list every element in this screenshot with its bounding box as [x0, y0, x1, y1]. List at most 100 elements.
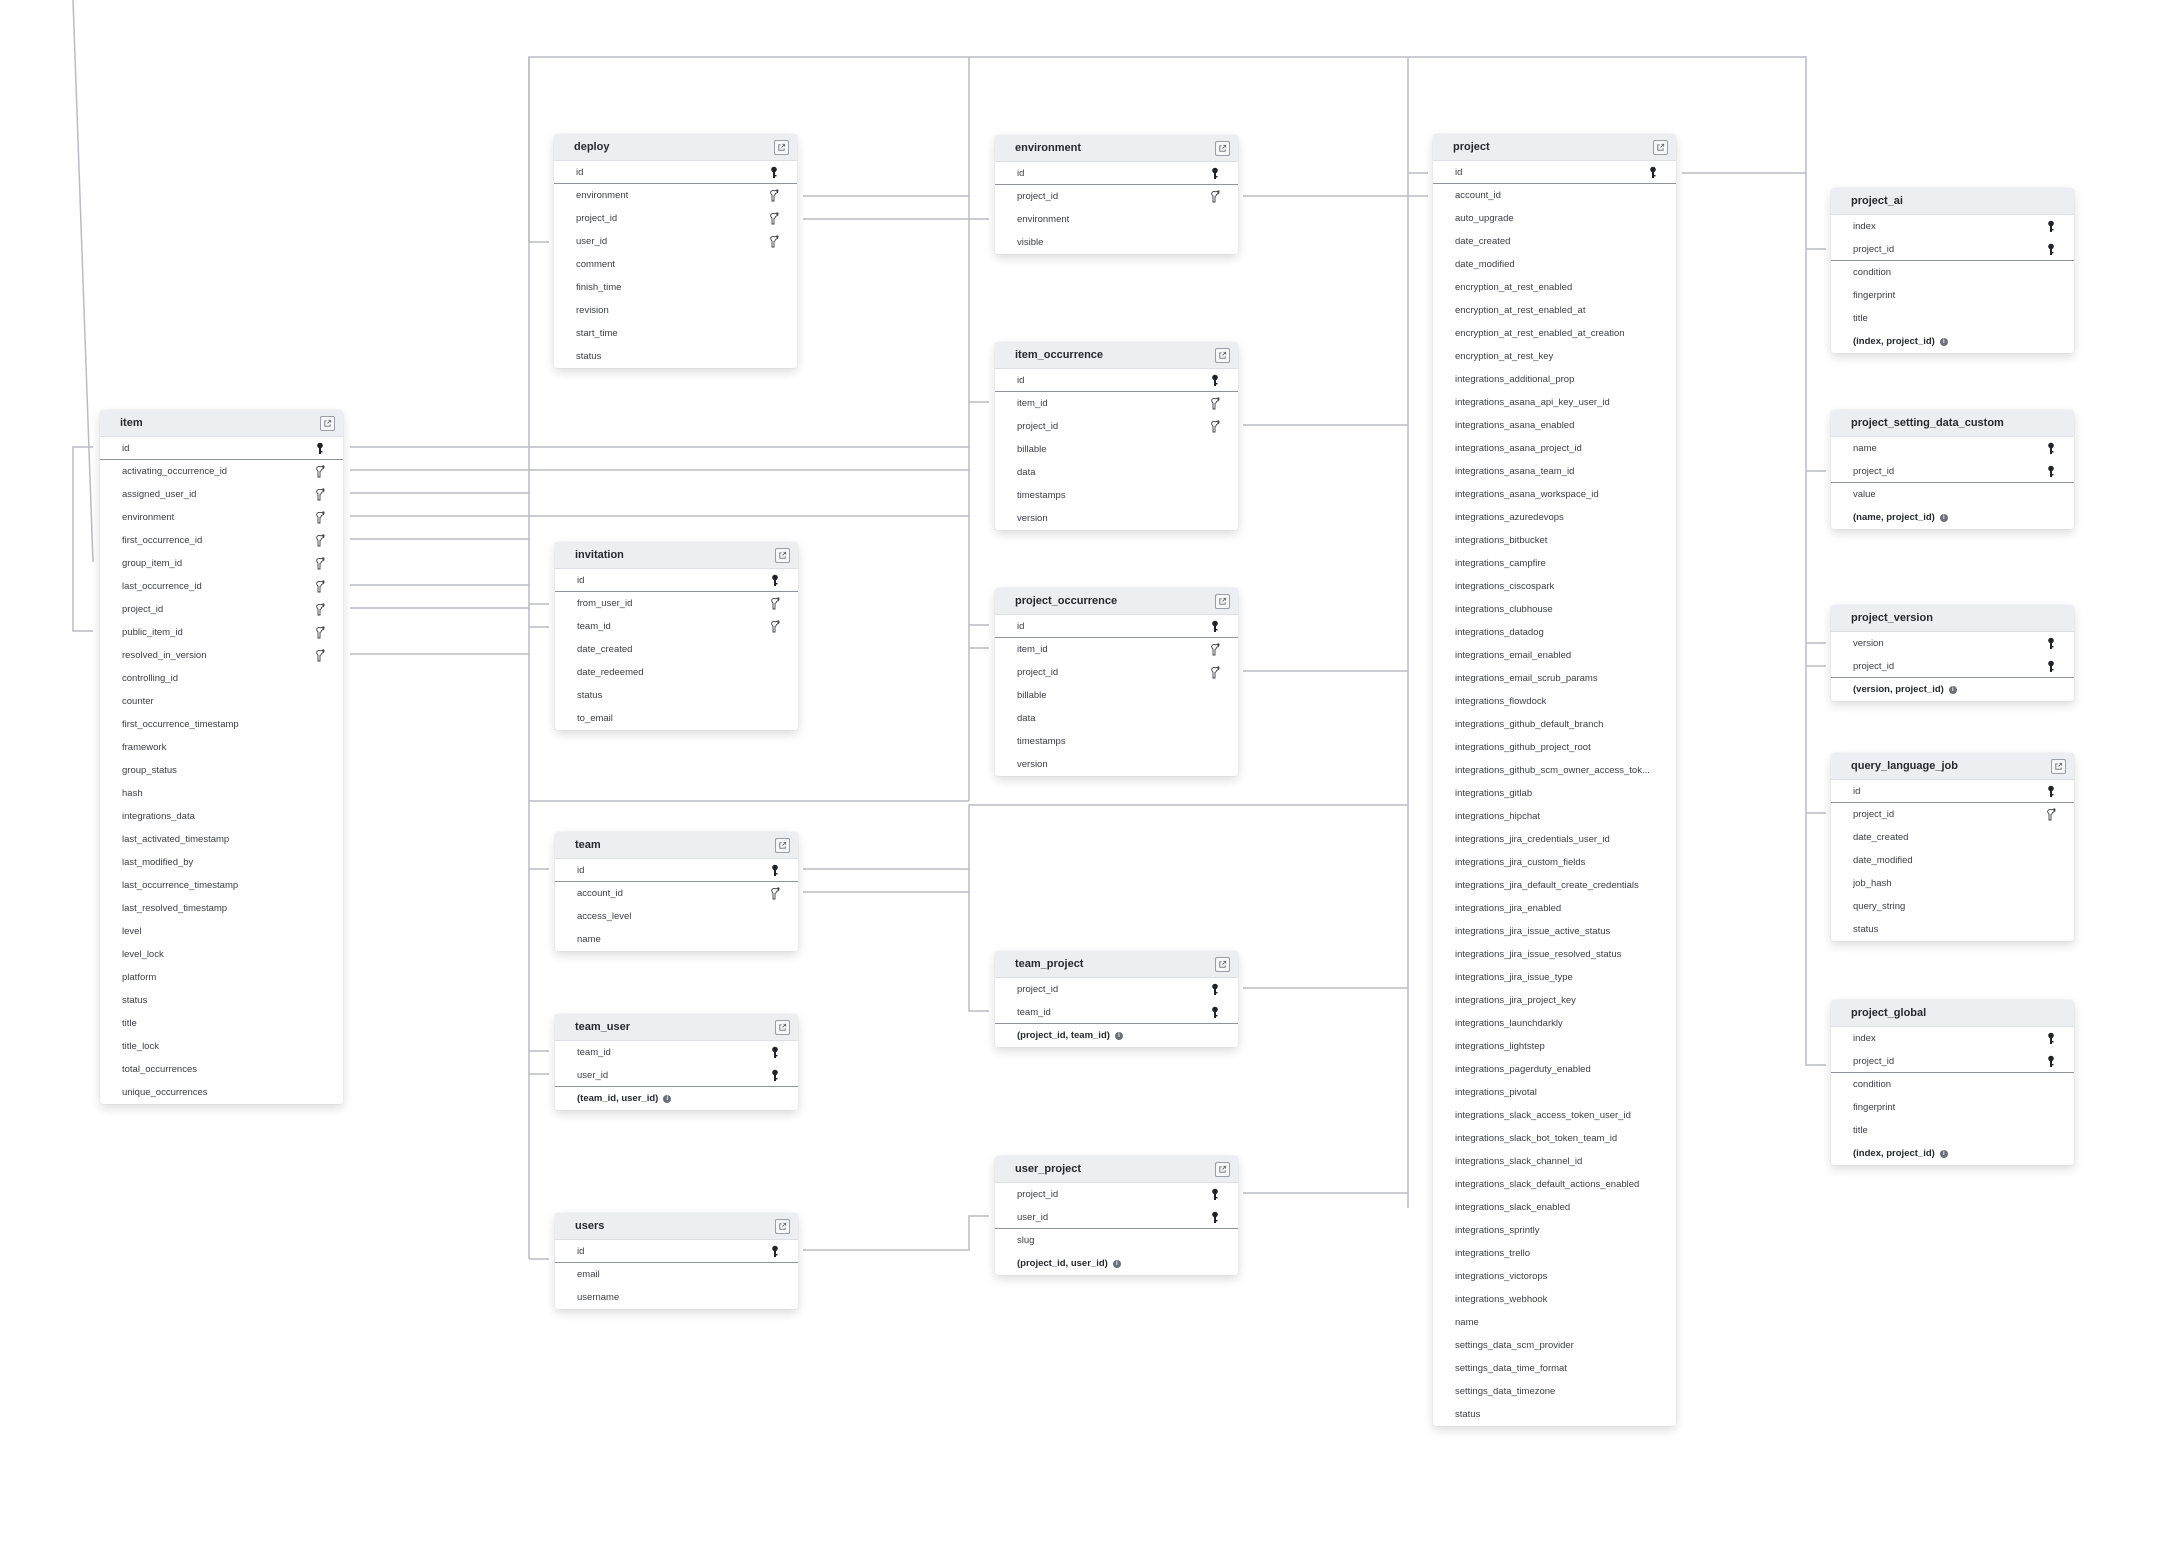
column-row[interactable]: group_status	[100, 759, 343, 782]
column-row[interactable]: date_redeemed	[555, 661, 798, 684]
table-deploy[interactable]: deploy id environment project_id user_id comm…	[554, 134, 797, 368]
column-row[interactable]: integrations_asana_project_id	[1433, 437, 1676, 460]
column-row[interactable]: integrations_jira_issue_type	[1433, 966, 1676, 989]
column-row[interactable]: fingerprint	[1831, 284, 2074, 307]
column-row[interactable]: integrations_slack_bot_token_team_id	[1433, 1127, 1676, 1150]
column-row[interactable]: access_level	[555, 905, 798, 928]
open-table-button[interactable]	[320, 415, 335, 431]
table-users[interactable]: users id email username	[555, 1213, 798, 1309]
column-row[interactable]: public_item_id	[100, 621, 343, 644]
column-row[interactable]: project_id	[1831, 460, 2074, 483]
column-row[interactable]: integrations_jira_enabled	[1433, 897, 1676, 920]
column-row[interactable]: revision	[554, 299, 797, 322]
column-row[interactable]: integrations_pivotal	[1433, 1081, 1676, 1104]
column-row[interactable]: last_occurrence_timestamp	[100, 874, 343, 897]
column-row[interactable]: integrations_asana_enabled	[1433, 414, 1676, 437]
column-row[interactable]: comment	[554, 253, 797, 276]
column-row[interactable]: controlling_id	[100, 667, 343, 690]
column-row[interactable]: condition	[1831, 1073, 2074, 1096]
column-row[interactable]: timestamps	[995, 484, 1238, 507]
column-row[interactable]: counter	[100, 690, 343, 713]
column-row[interactable]: integrations_email_scrub_params	[1433, 667, 1676, 690]
column-row[interactable]: integrations_pagerduty_enabled	[1433, 1058, 1676, 1081]
column-row[interactable]: integrations_github_scm_owner_access_tok…	[1433, 759, 1676, 782]
column-row[interactable]: version	[995, 507, 1238, 530]
column-row[interactable]: project_id	[995, 1183, 1238, 1206]
column-row[interactable]: integrations_sprintly	[1433, 1219, 1676, 1242]
column-row[interactable]: integrations_flowdock	[1433, 690, 1676, 713]
column-row[interactable]: project_id	[1831, 1050, 2074, 1073]
info-icon[interactable]: i	[1112, 1259, 1121, 1268]
column-row[interactable]: integrations_trello	[1433, 1242, 1676, 1265]
composite-key-row[interactable]: (name, project_id) i	[1831, 506, 2074, 529]
column-row[interactable]: email	[555, 1263, 798, 1286]
info-icon[interactable]: i	[1939, 513, 1948, 522]
column-row[interactable]: item_id	[995, 638, 1238, 661]
column-row[interactable]: project_id	[1831, 655, 2074, 678]
column-row[interactable]: auto_upgrade	[1433, 207, 1676, 230]
table-header[interactable]: deploy	[554, 134, 797, 161]
column-row[interactable]: integrations_clubhouse	[1433, 598, 1676, 621]
column-row[interactable]: encryption_at_rest_enabled_at	[1433, 299, 1676, 322]
column-row[interactable]: team_id	[555, 1041, 798, 1064]
column-row[interactable]: finish_time	[554, 276, 797, 299]
column-row[interactable]: date_created	[1831, 826, 2074, 849]
table-header[interactable]: team_user	[555, 1014, 798, 1041]
composite-key-row[interactable]: (project_id, user_id) i	[995, 1252, 1238, 1275]
column-row[interactable]: environment	[554, 184, 797, 207]
column-row[interactable]: last_occurrence_id	[100, 575, 343, 598]
column-row[interactable]: date_modified	[1831, 849, 2074, 872]
column-row[interactable]: user_id	[555, 1064, 798, 1087]
column-row[interactable]: encryption_at_rest_enabled	[1433, 276, 1676, 299]
column-row[interactable]: integrations_jira_credentials_user_id	[1433, 828, 1676, 851]
table-header[interactable]: user_project	[995, 1156, 1238, 1183]
column-row[interactable]: last_activated_timestamp	[100, 828, 343, 851]
column-row[interactable]: status	[554, 345, 797, 368]
column-row[interactable]: query_string	[1831, 895, 2074, 918]
composite-key-row[interactable]: (index, project_id) i	[1831, 330, 2074, 353]
column-row[interactable]: settings_data_timezone	[1433, 1380, 1676, 1403]
column-row[interactable]: integrations_azuredevops	[1433, 506, 1676, 529]
table-header[interactable]: team_project	[995, 951, 1238, 978]
column-row[interactable]: status	[100, 989, 343, 1012]
column-row[interactable]: team_id	[555, 615, 798, 638]
column-row[interactable]: index	[1831, 215, 2074, 238]
column-row[interactable]: environment	[100, 506, 343, 529]
column-row[interactable]: title	[100, 1012, 343, 1035]
table-project-version[interactable]: project_version version project_id (version…	[1831, 605, 2074, 701]
column-row[interactable]: id	[1433, 161, 1676, 184]
info-icon[interactable]: i	[1939, 1149, 1948, 1158]
column-row[interactable]: activating_occurrence_id	[100, 460, 343, 483]
column-row[interactable]: integrations_hipchat	[1433, 805, 1676, 828]
column-row[interactable]: version	[1831, 632, 2074, 655]
column-row[interactable]: id	[555, 859, 798, 882]
table-invitation[interactable]: invitation id from_user_id team_id date_crea…	[555, 542, 798, 730]
column-row[interactable]: index	[1831, 1027, 2074, 1050]
column-row[interactable]: username	[555, 1286, 798, 1309]
column-row[interactable]: environment	[995, 208, 1238, 231]
column-row[interactable]: integrations_additional_prop	[1433, 368, 1676, 391]
column-row[interactable]: encryption_at_rest_enabled_at_creation	[1433, 322, 1676, 345]
column-row[interactable]: project_id	[995, 978, 1238, 1001]
table-project[interactable]: project id account_id auto_upgrade date_crea…	[1433, 134, 1676, 1426]
table-header[interactable]: item_occurrence	[995, 342, 1238, 369]
column-row[interactable]: integrations_webhook	[1433, 1288, 1676, 1311]
column-row[interactable]: integrations_email_enabled	[1433, 644, 1676, 667]
column-row[interactable]: integrations_datadog	[1433, 621, 1676, 644]
column-row[interactable]: hash	[100, 782, 343, 805]
column-row[interactable]: to_email	[555, 707, 798, 730]
column-row[interactable]: group_item_id	[100, 552, 343, 575]
column-row[interactable]: fingerprint	[1831, 1096, 2074, 1119]
open-table-button[interactable]	[775, 1218, 790, 1234]
column-row[interactable]: project_id	[554, 207, 797, 230]
column-row[interactable]: integrations_data	[100, 805, 343, 828]
column-row[interactable]: status	[1831, 918, 2074, 941]
composite-key-row[interactable]: (team_id, user_id) i	[555, 1087, 798, 1110]
info-icon[interactable]: i	[663, 1094, 672, 1103]
column-row[interactable]: date_created	[1433, 230, 1676, 253]
table-item-occurrence[interactable]: item_occurrence id item_id project_id billab…	[995, 342, 1238, 530]
open-table-button[interactable]	[775, 1019, 790, 1035]
column-row[interactable]: name	[1831, 437, 2074, 460]
open-table-button[interactable]	[775, 547, 790, 563]
column-row[interactable]: integrations_ciscospark	[1433, 575, 1676, 598]
